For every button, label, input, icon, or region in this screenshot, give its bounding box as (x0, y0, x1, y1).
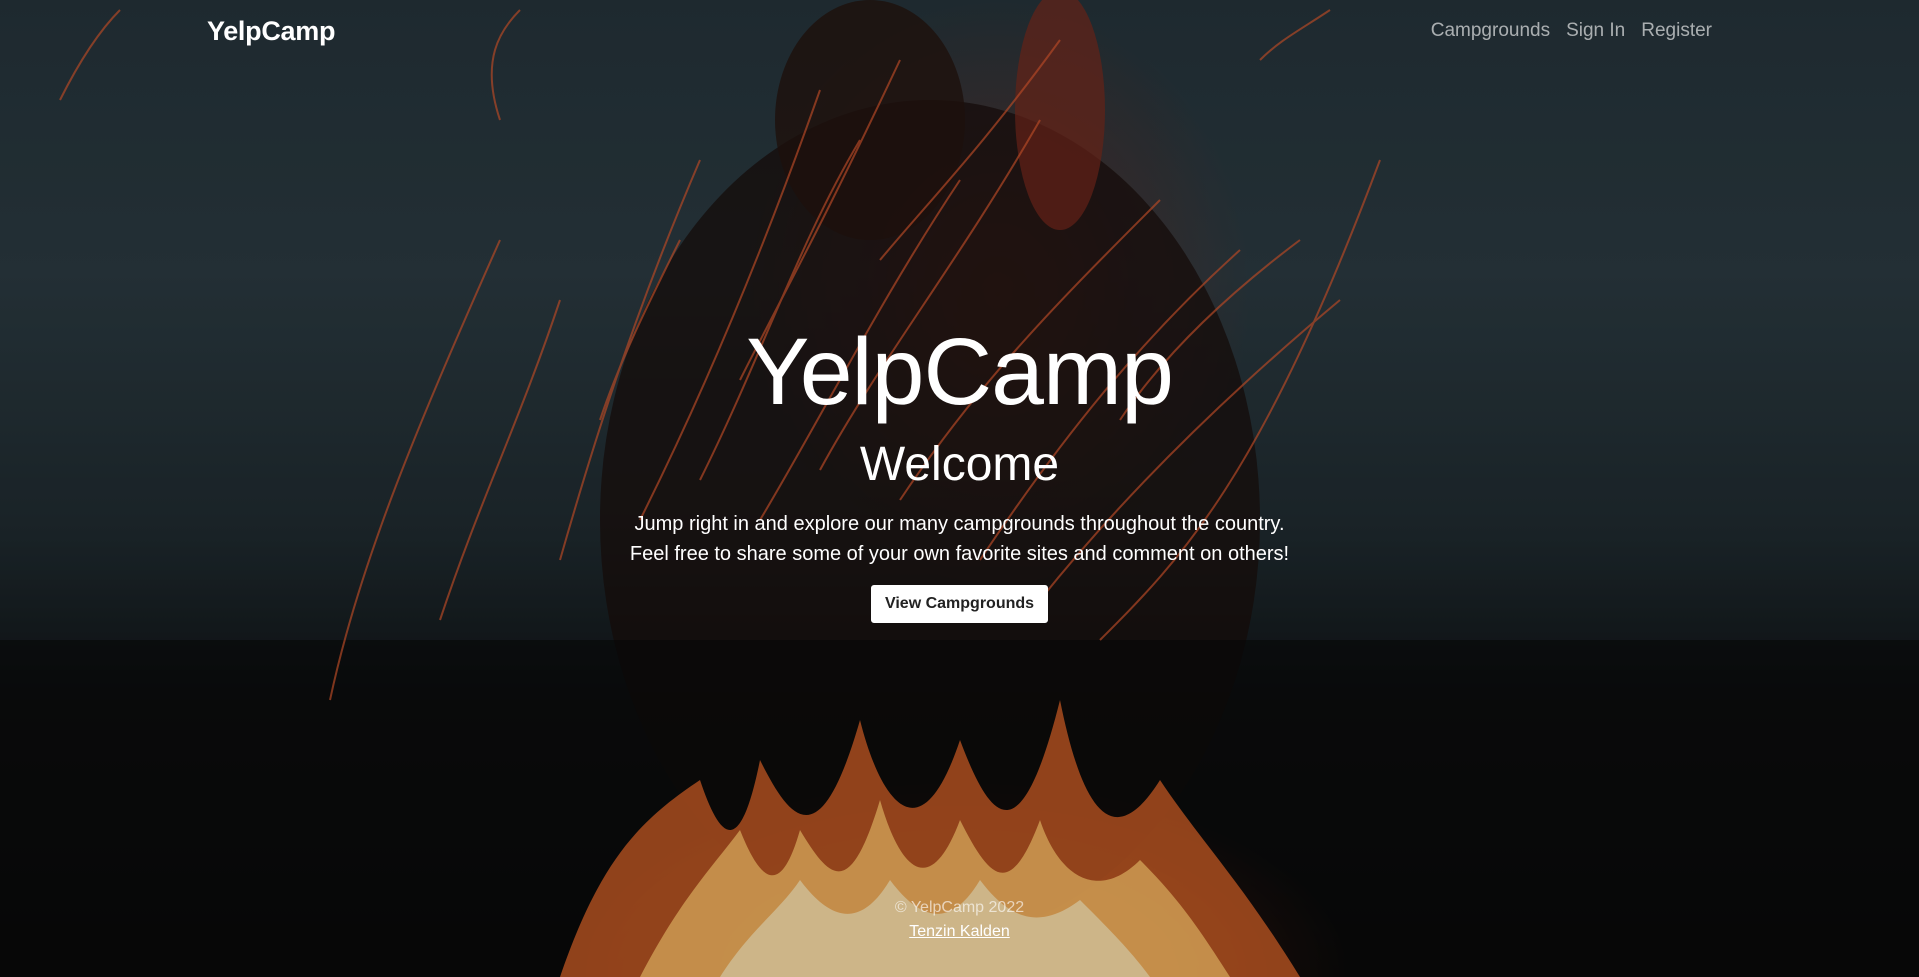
author-link[interactable]: Tenzin Kalden (909, 920, 1010, 944)
hero-description-line-2: Feel free to share some of your own favo… (629, 543, 1290, 566)
brand-logo-link[interactable]: YelpCamp (207, 16, 335, 47)
nav-link-sign-in[interactable]: Sign In (1566, 20, 1625, 42)
footer: © YelpCamp 2022 Tenzin Kalden (0, 896, 1919, 944)
hero-title: YelpCamp (746, 319, 1174, 425)
nav-link-campgrounds[interactable]: Campgrounds (1431, 20, 1550, 42)
copyright-text: © YelpCamp 2022 (894, 899, 1025, 916)
hero-description-line-1: Jump right in and explore our many campg… (634, 513, 1285, 536)
hero-subtitle: Welcome (859, 437, 1060, 491)
view-campgrounds-button[interactable]: View Campgrounds (870, 585, 1049, 624)
nav-link-register[interactable]: Register (1641, 20, 1712, 42)
hero-description: Jump right in and explore our many campg… (610, 509, 1310, 569)
nav-links: Campgrounds Sign In Register (1431, 20, 1712, 42)
landing-page: YelpCamp Campgrounds Sign In Register Ye… (0, 0, 1919, 977)
hero-section: YelpCamp Welcome Jump right in and explo… (0, 319, 1919, 624)
navbar: YelpCamp Campgrounds Sign In Register (207, 0, 1712, 62)
